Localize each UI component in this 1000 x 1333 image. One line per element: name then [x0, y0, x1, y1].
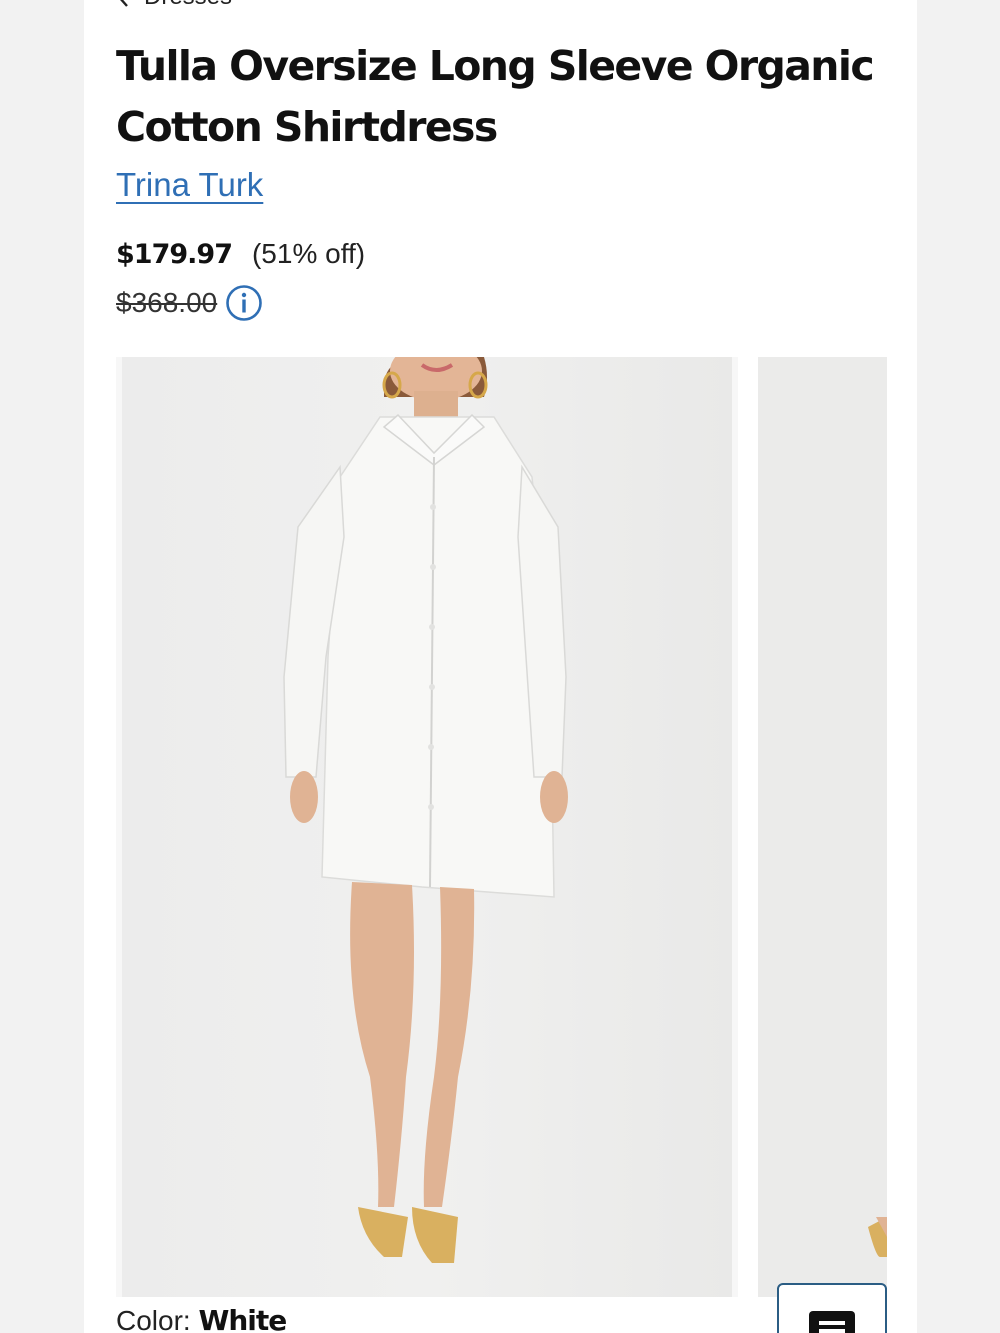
brand-link[interactable]: Trina Turk — [116, 166, 263, 204]
floating-menu-button[interactable] — [777, 1283, 887, 1333]
original-price: $368.00 — [116, 287, 218, 318]
product-page: Dresses Tulla Oversize Long Sleeve Organ… — [84, 0, 917, 1333]
sale-price: $179.97 — [116, 239, 233, 270]
color-selection: Color: White — [116, 1304, 287, 1333]
price-row: $179.97 (51% off) — [116, 238, 365, 270]
next-photo-preview — [868, 1217, 887, 1257]
product-title: Tulla Oversize Long Sleeve Organic Cotto… — [116, 42, 875, 151]
list-icon — [809, 1311, 855, 1333]
original-price-row: $368.00 — [116, 284, 263, 322]
product-image-gallery[interactable] — [116, 357, 887, 1297]
product-photo-next[interactable] — [758, 357, 887, 1297]
chevron-left-icon — [120, 0, 128, 7]
breadcrumb-label[interactable]: Dresses — [144, 0, 232, 11]
info-icon[interactable] — [225, 284, 263, 322]
model-in-white-shirtdress-illustration — [283, 357, 568, 1263]
color-label: Color: — [116, 1305, 191, 1333]
color-value: White — [198, 1304, 287, 1333]
product-photo-main[interactable] — [116, 357, 738, 1297]
breadcrumb[interactable]: Dresses — [116, 0, 232, 11]
discount-label: (51% off) — [251, 238, 366, 269]
